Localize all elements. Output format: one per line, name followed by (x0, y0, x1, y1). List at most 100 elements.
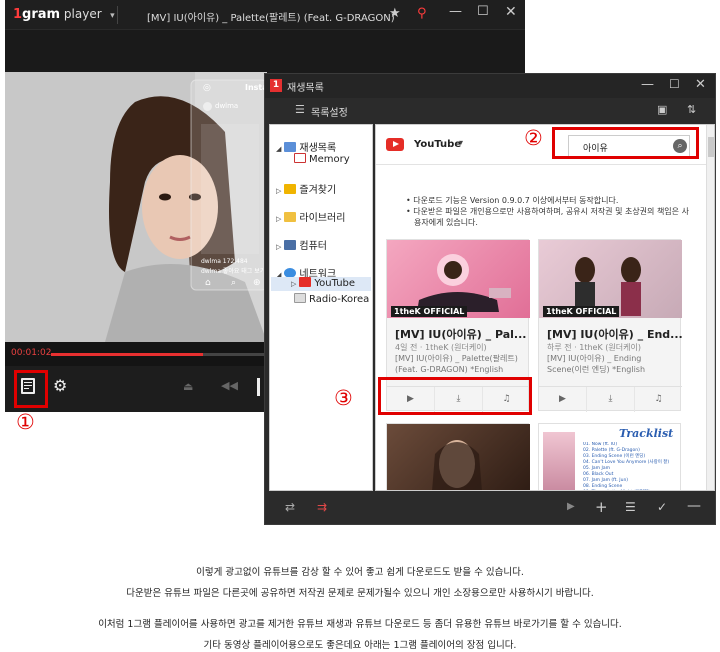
video-thumbnail[interactable]: 1theK OFFICIAL (387, 240, 530, 318)
annotation-3: ③ (334, 386, 353, 410)
player-titlebar: 1gram player ▾ [MV] IU(아이유) _ Palette(팔레… (5, 0, 525, 30)
repeat-icon[interactable]: ⇄ (285, 500, 295, 514)
current-time: 00:01:02 (11, 348, 52, 358)
list-settings-button[interactable]: 목록설정 (311, 104, 348, 119)
add-list-icon[interactable]: ☰ (625, 500, 636, 514)
video-frame[interactable]: ◎ Insta dwlma dwlma 172,484 dwlma 좋아요 태그… (5, 72, 267, 342)
youtube-icon (299, 277, 312, 287)
annotation-1: ① (16, 410, 35, 434)
collapse-icon: ▷ (291, 280, 297, 288)
tree-item-memory[interactable]: Memory (294, 153, 350, 165)
computer-icon (284, 240, 297, 250)
annotation-box-3 (378, 377, 532, 415)
title-divider (117, 6, 118, 24)
tree-item-computer[interactable]: ▷ 컴퓨터 (276, 237, 327, 252)
tree-item-youtube[interactable]: ▷ YouTube (271, 277, 371, 291)
play-icon[interactable]: ▶ (567, 501, 575, 512)
pause-icon[interactable] (257, 378, 260, 396)
download-button[interactable]: ⤓ (587, 387, 635, 412)
collapse-icon: ▷ (276, 187, 282, 195)
close-icon[interactable]: ✕ (505, 4, 517, 20)
folder-icon[interactable]: ▣ (657, 103, 667, 116)
search-icon: ⌕ (231, 278, 237, 288)
camera-icon: ◎ (203, 83, 211, 93)
video-still (5, 72, 267, 342)
video-description: [MV] IU(아이유) _ Ending Scene(이런 엔딩) *Engl… (547, 354, 646, 374)
annotation-box-1 (14, 370, 48, 408)
play-button[interactable]: ▶ (539, 387, 587, 412)
app-icon: 1 (270, 79, 282, 92)
video-title[interactable]: [MV] IU(아이유) _ End... (547, 326, 683, 342)
plus-icon: ⊕ (253, 278, 261, 288)
scrollbar-thumb[interactable] (708, 137, 714, 157)
maximize-icon[interactable]: ☐ (477, 4, 489, 19)
pin-icon[interactable]: ⚲ (417, 6, 427, 21)
folder-icon (284, 184, 297, 194)
official-badge: 1theK OFFICIAL (391, 306, 468, 317)
tree-item-playlist[interactable]: ◢ 재생목록 (276, 139, 336, 154)
maximize-icon[interactable]: ☐ (669, 77, 680, 91)
tracklist-item: 09. Through the Night (밤편지) (583, 490, 679, 491)
shuffle-icon[interactable]: ⇉ (317, 500, 327, 514)
video-card[interactable]: 1theK OFFICIAL [MV] IU(아이유) _ End... 하루 … (538, 239, 683, 412)
video-thumbnail[interactable]: 1theK OFFICIAL (539, 240, 682, 318)
overlay-username: dwlma (215, 102, 239, 110)
thumbnail-image (432, 440, 482, 490)
youtube-logo-icon (386, 138, 404, 151)
caption-line: 다운받은 유튜브 파일은 다른곳에 공유하면 저작권 문제로 문제가될수 있으니… (126, 588, 594, 599)
tree-item-radio[interactable]: Radio-Korea (294, 293, 369, 305)
chevron-down-icon[interactable]: ▾ (110, 11, 115, 21)
close-icon[interactable]: ✕ (695, 77, 706, 92)
official-badge: 1theK OFFICIAL (543, 306, 620, 317)
notice-line-1: • 다운로드 기능은 Version 0.9.0.7 이상에서부터 동작합니다. (406, 196, 619, 205)
minimize-icon[interactable]: — (449, 4, 462, 19)
youtube-panel: YouTube ▾ 아이유 ⌕ • 다운로드 기능은 Version 0.9.0… (375, 124, 715, 491)
tree-item-favorites[interactable]: ▷ 즐겨찾기 (276, 181, 336, 196)
playlist-bottombar: ⇄ ⇉ ▶ + ☰ ✓ — (265, 494, 715, 524)
playlist-icon (284, 142, 297, 152)
tracklist: 01. Now (ft. IU) 02. Palette (ft. G-Drago… (583, 442, 679, 491)
annotation-box-2 (552, 127, 699, 159)
folder-tree: ◢ 재생목록 Memory ▷ 즐겨찾기 ▷ 라이브러리 ▷ 컴퓨터 ◢ 네트워크 ▷ Yo… (269, 124, 373, 491)
video-title: [MV] IU(아이유) _ Palette(팔레트) (Feat. G-DRA… (147, 13, 395, 24)
overlay-caption: dwlma 172,484 (201, 258, 248, 265)
app-logo[interactable]: 1gram player ▾ (13, 7, 115, 22)
radio-icon (294, 293, 306, 303)
tracklist-label: Tracklist (619, 427, 674, 440)
home-icon: ⌂ (205, 278, 211, 288)
caption-line: 이처럼 1그램 플레이어를 사용하면 광고를 제거한 유튜브 재생과 유튜브 다… (98, 619, 622, 630)
gear-icon[interactable]: ⚙ (53, 376, 67, 395)
video-thumbnail[interactable] (387, 424, 530, 490)
check-icon[interactable]: ✓ (657, 500, 667, 514)
memory-icon (294, 153, 306, 163)
collapse-icon: ▷ (276, 215, 282, 223)
star-icon[interactable]: ★ (389, 6, 401, 21)
list-icon[interactable]: ☰ (295, 103, 305, 116)
download-notice: • 다운로드 기능은 Version 0.9.0.7 이상에서부터 동작합니다.… (406, 195, 691, 228)
video-meta: 4일 전 · 1theK (원더케이) (395, 343, 487, 352)
card-actions: ▶ ⤓ ♫ (539, 386, 682, 412)
library-icon (284, 212, 297, 222)
playlist-toolbar: ☰ 목록설정 ▣ ⇅ (265, 98, 715, 122)
rewind-icon[interactable]: ◀◀ (221, 379, 238, 392)
scrollbar[interactable] (706, 125, 714, 490)
remove-icon[interactable]: — (687, 498, 701, 514)
video-card[interactable]: Tracklist 01. Now (ft. IU) 02. Palette (f… (538, 423, 681, 491)
avatar (203, 102, 212, 111)
tree-item-library[interactable]: ▷ 라이브러리 (276, 209, 345, 224)
video-title[interactable]: [MV] IU(아이유) _ Pal... (395, 326, 526, 342)
add-icon[interactable]: + (595, 498, 608, 516)
youtube-label[interactable]: YouTube (414, 139, 461, 150)
annotation-2: ② (524, 126, 543, 150)
playlist-title: 재생목록 (287, 83, 324, 94)
minimize-icon[interactable]: — (641, 77, 654, 92)
listen-button[interactable]: ♫ (635, 387, 682, 412)
overlay-subcaption: dwlma 좋아요 태그 보기 (201, 268, 266, 275)
playlist-titlebar: 1 재생목록 — ☐ ✕ (265, 74, 715, 98)
expand-icon: ◢ (276, 145, 282, 153)
eject-icon[interactable]: ⏏ (183, 380, 193, 393)
video-card[interactable] (386, 423, 530, 490)
collapse-icon: ▷ (276, 243, 282, 251)
sort-icon[interactable]: ⇅ (687, 103, 696, 116)
chevron-down-icon[interactable]: ▾ (459, 138, 463, 147)
